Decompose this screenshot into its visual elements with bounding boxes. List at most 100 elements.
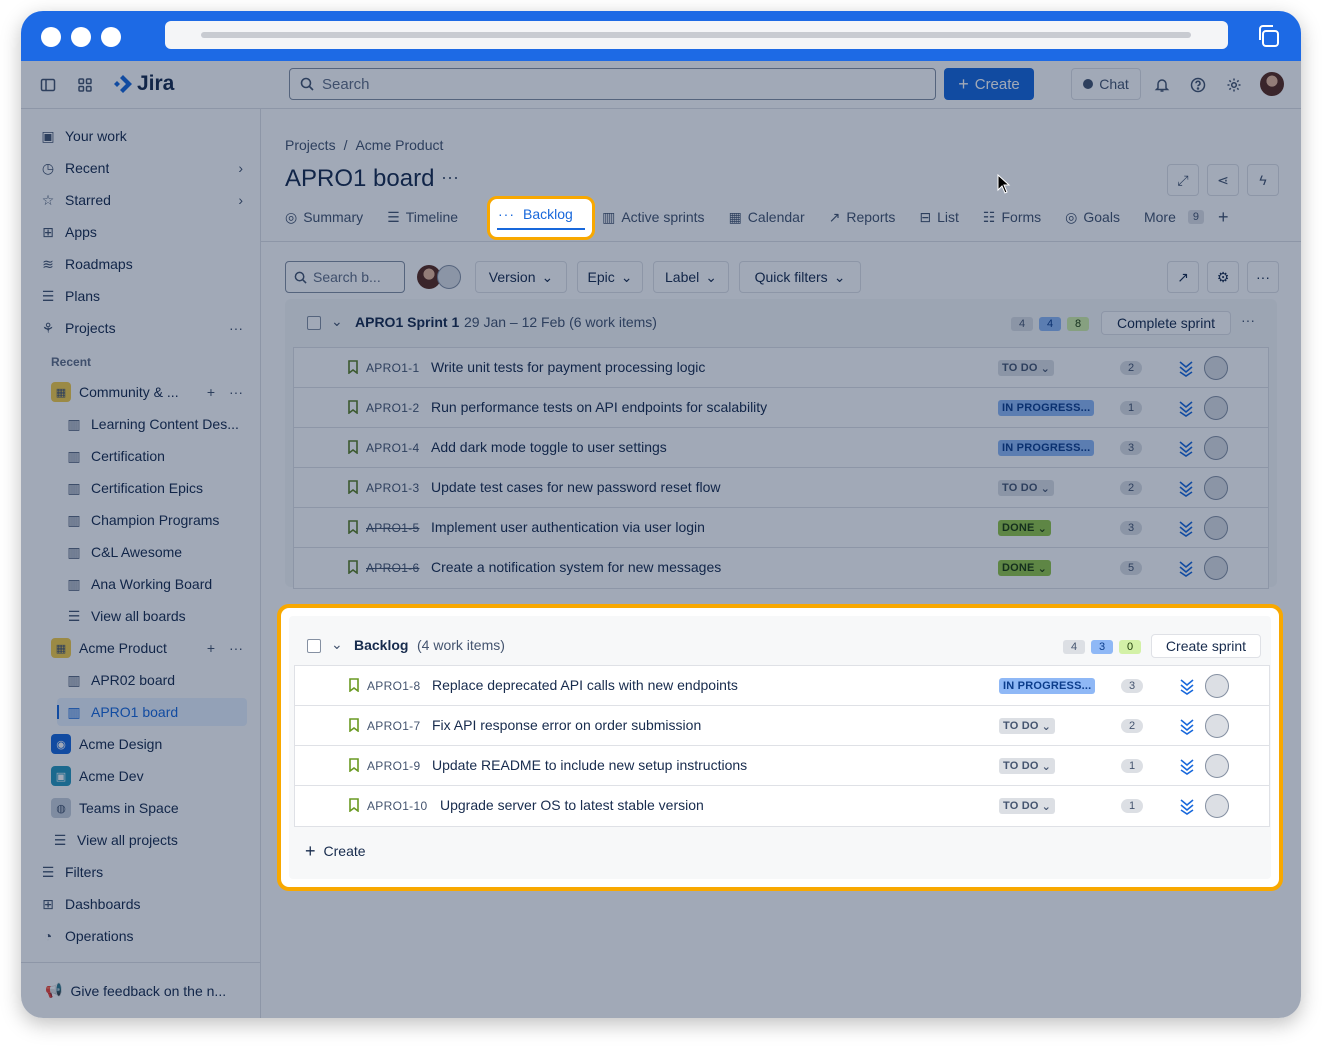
assignee-avatar[interactable] (1205, 794, 1229, 818)
table-row[interactable]: APRO1-8 Replace deprecated API calls wit… (295, 666, 1269, 706)
status-badge[interactable]: TO DO ⌄ (999, 758, 1056, 774)
issue-key[interactable]: APRO1-8 (367, 679, 420, 693)
more-icon[interactable]: ··· (229, 640, 243, 656)
chevron-down-icon[interactable]: ⌄ (331, 313, 343, 330)
table-row[interactable]: APRO1-4 Add dark mode toggle to user set… (294, 428, 1268, 468)
global-search-input[interactable]: Search (289, 68, 936, 100)
create-button[interactable]: + Create (944, 68, 1034, 100)
add-icon[interactable]: + (207, 640, 215, 656)
version-filter-button[interactable]: Version ⌄ (475, 261, 567, 293)
table-row[interactable]: APRO1-2 Run performance tests on API end… (294, 388, 1268, 428)
breadcrumb-projects[interactable]: Projects (285, 137, 336, 153)
status-badge[interactable]: IN PROGRESS... (998, 440, 1095, 456)
sidebar-item-recent[interactable]: ◷ Recent › (21, 154, 261, 182)
sprint-more-icon[interactable]: ··· (1241, 312, 1255, 328)
more-icon[interactable]: ··· (229, 384, 243, 400)
issue-summary[interactable]: Update test cases for new password reset… (431, 479, 720, 495)
copy-window-icon[interactable] (1255, 23, 1281, 49)
sidebar-space-teams-in-space[interactable]: ◍ Teams in Space (21, 794, 261, 822)
sidebar-board-item[interactable]: ▥ Certification (21, 442, 261, 470)
status-badge[interactable]: IN PROGRESS... (999, 678, 1096, 694)
share-icon[interactable]: ⋖ (1207, 164, 1239, 196)
sidebar-view-all-projects[interactable]: ☰ View all projects (21, 826, 261, 854)
table-row[interactable]: APRO1-6 Create a notification system for… (294, 548, 1268, 588)
sidebar-item-filters[interactable]: ☰ Filters (21, 858, 261, 886)
sidebar-board-item[interactable]: ▥ APR02 board (21, 666, 261, 694)
label-filter-button[interactable]: Label ⌄ (653, 261, 729, 293)
view-settings-icon[interactable]: ⚙ (1207, 261, 1239, 293)
issue-key[interactable]: APRO1-4 (366, 441, 419, 455)
issue-summary[interactable]: Add dark mode toggle to user settings (431, 439, 667, 455)
assignee-avatar[interactable] (1204, 516, 1228, 540)
table-row[interactable]: APRO1-1 Write unit tests for payment pro… (294, 348, 1268, 388)
more-actions-icon[interactable]: ··· (1247, 261, 1279, 293)
assignee-avatar[interactable] (1204, 436, 1228, 460)
automation-bolt-icon[interactable]: ϟ (1247, 164, 1279, 196)
title-more-icon[interactable]: ··· (441, 167, 459, 188)
issue-key[interactable]: APRO1-3 (366, 481, 419, 495)
issue-summary[interactable]: Fix API response error on order submissi… (432, 717, 701, 733)
app-switcher-icon[interactable] (76, 76, 94, 94)
issue-key[interactable]: APRO1-7 (367, 719, 420, 733)
user-avatar[interactable] (1260, 72, 1284, 96)
status-badge[interactable]: TO DO ⌄ (998, 480, 1055, 496)
tab-backlog[interactable]: ··· Backlog (487, 196, 595, 240)
status-badge[interactable]: DONE ⌄ (998, 560, 1052, 576)
sprint-select-checkbox[interactable] (307, 316, 321, 330)
tab-more[interactable]: More 9 (1144, 209, 1204, 225)
issue-summary[interactable]: Implement user authentication via user l… (431, 519, 705, 535)
issue-summary[interactable]: Upgrade server OS to latest stable versi… (440, 797, 704, 813)
chevron-down-icon[interactable]: ⌄ (331, 636, 343, 653)
assignee-avatar[interactable] (1204, 356, 1228, 380)
tab-forms[interactable]: ☷ Forms (983, 209, 1041, 226)
status-badge[interactable]: TO DO ⌄ (998, 360, 1055, 376)
issue-key[interactable]: APRO1-2 (366, 401, 419, 415)
insights-chart-icon[interactable]: ↗ (1167, 261, 1199, 293)
sidebar-board-item[interactable]: ▥ Learning Content Des... (21, 410, 261, 438)
notifications-bell-icon[interactable] (1152, 75, 1172, 95)
sidebar-board-item[interactable]: ▥ C&L Awesome (21, 538, 261, 566)
sidebar-item-projects[interactable]: ⚘ Projects ··· (21, 314, 261, 342)
assignee-avatar[interactable] (1205, 714, 1229, 738)
issue-key[interactable]: APRO1-1 (366, 361, 419, 375)
sidebar-toggle-icon[interactable] (39, 76, 57, 94)
assignee-avatar[interactable] (1204, 476, 1228, 500)
status-badge[interactable]: DONE ⌄ (998, 520, 1052, 536)
board-search-input[interactable]: Search b... (285, 261, 405, 293)
status-badge[interactable]: TO DO ⌄ (999, 718, 1056, 734)
quick-filters-button[interactable]: Quick filters ⌄ (739, 261, 861, 293)
issue-summary[interactable]: Update README to include new setup instr… (432, 757, 747, 773)
sidebar-item-operations[interactable]: ◔ Operations (21, 922, 261, 950)
help-icon[interactable] (1188, 75, 1208, 95)
add-icon[interactable]: + (207, 384, 215, 400)
sidebar-item-starred[interactable]: ☆ Starred › (21, 186, 261, 214)
issue-key[interactable]: APRO1-6 (366, 561, 419, 575)
sidebar-item-apps[interactable]: ⊞ Apps (21, 218, 261, 246)
table-row[interactable]: APRO1-9 Update README to include new set… (295, 746, 1269, 786)
settings-gear-icon[interactable] (1224, 75, 1244, 95)
chat-button[interactable]: Chat (1071, 68, 1141, 100)
status-badge[interactable]: TO DO ⌄ (999, 798, 1056, 814)
tab-goals[interactable]: ◎ Goals (1065, 209, 1120, 226)
tab-timeline[interactable]: ☰ Timeline (387, 209, 458, 226)
add-tab-plus-icon[interactable]: + (1218, 207, 1229, 228)
epic-filter-button[interactable]: Epic ⌄ (577, 261, 643, 293)
backlog-select-checkbox[interactable] (307, 639, 321, 653)
avatar-filter-unassigned[interactable] (437, 265, 461, 289)
sidebar-space-acme-design[interactable]: ◉ Acme Design (21, 730, 261, 758)
complete-sprint-button[interactable]: Complete sprint (1101, 311, 1231, 335)
issue-summary[interactable]: Create a notification system for new mes… (431, 559, 721, 575)
sidebar-board-item-active[interactable]: ▥ APRO1 board (57, 698, 247, 726)
table-row[interactable]: APRO1-10 Upgrade server OS to latest sta… (295, 786, 1269, 826)
assignee-avatar[interactable] (1204, 556, 1228, 580)
tab-calendar[interactable]: ▦ Calendar (729, 209, 805, 226)
sidebar-item-plans[interactable]: ☰ Plans (21, 282, 261, 310)
assignee-avatar[interactable] (1205, 674, 1229, 698)
fullscreen-icon[interactable]: ⤢ (1167, 164, 1199, 196)
more-icon[interactable]: ··· (229, 320, 243, 336)
sidebar-board-item[interactable]: ▥ Certification Epics (21, 474, 261, 502)
sidebar-space-community[interactable]: ▦ Community & ... + ··· (21, 378, 261, 406)
issue-key[interactable]: APRO1-9 (367, 759, 420, 773)
issue-summary[interactable]: Run performance tests on API endpoints f… (431, 399, 767, 415)
assignee-avatar[interactable] (1205, 754, 1229, 778)
